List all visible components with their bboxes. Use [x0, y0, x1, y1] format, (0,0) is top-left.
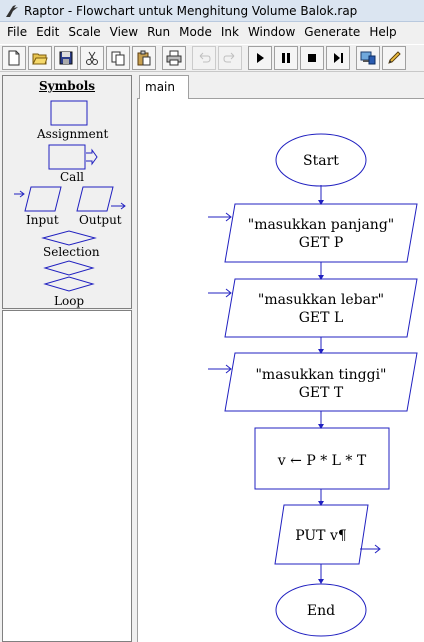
tab-main[interactable]: main [139, 75, 189, 99]
toolbar-separator [188, 47, 190, 69]
menu-bar: File Edit Scale View Run Mode Ink Window Generat… [0, 22, 424, 42]
window-title: Raptor - Flowchart untuk Menghitung Volu… [24, 3, 358, 18]
redo-button[interactable] [218, 46, 242, 70]
cut-button[interactable] [80, 46, 104, 70]
paste-button[interactable] [132, 46, 156, 70]
pause-button[interactable] [274, 46, 298, 70]
menu-help[interactable]: Help [362, 22, 396, 42]
input-tinggi-get: GET T [299, 385, 344, 401]
pencil-icon [388, 51, 401, 64]
toolbar-separator [244, 47, 246, 69]
monitor-button[interactable] [356, 46, 380, 70]
output-label: Output [79, 213, 122, 227]
raptor-logo-icon [6, 4, 18, 17]
symbols-title: Symbols [38, 79, 96, 93]
flowchart-canvas[interactable]: Start "masukkan panjang" GET P "masukkan… [137, 99, 424, 642]
input-lebar-symbol[interactable] [208, 278, 418, 338]
stop-icon [308, 54, 316, 62]
call-symbol[interactable] [48, 144, 98, 170]
input-tinggi-prompt: "masukkan tinggi" [255, 367, 386, 383]
menu-window[interactable]: Window [241, 22, 295, 42]
input-lebar-get: GET L [299, 310, 344, 326]
connector-arrowhead [318, 579, 324, 584]
menu-generate[interactable]: Generate [297, 22, 360, 42]
start-text: Start [303, 153, 339, 169]
input-label: Input [26, 213, 59, 227]
selection-label: Selection [43, 245, 100, 259]
menu-file[interactable]: File [0, 22, 27, 42]
save-icon [59, 51, 73, 65]
menu-scale[interactable]: Scale [61, 22, 100, 42]
paste-icon [137, 50, 151, 66]
save-button[interactable] [54, 46, 78, 70]
input-lebar-prompt: "masukkan lebar" [258, 292, 384, 308]
variables-panel[interactable] [2, 310, 132, 642]
print-icon [166, 50, 182, 66]
title-bar: Raptor - Flowchart untuk Menghitung Volu… [0, 0, 424, 22]
menu-run[interactable]: Run [140, 22, 170, 42]
copy-button[interactable] [106, 46, 130, 70]
toolbar [0, 44, 424, 72]
print-button[interactable] [162, 46, 186, 70]
assignment-symbol[interactable] [50, 100, 88, 126]
menu-mode[interactable]: Mode [172, 22, 212, 42]
copy-icon [111, 51, 125, 66]
undo-icon [199, 52, 211, 63]
end-text: End [307, 603, 335, 619]
symbols-panel: Symbols Assignment Call Input Output Sel… [2, 75, 132, 309]
cut-icon [86, 51, 98, 65]
assignment-label: Assignment [37, 127, 109, 141]
step-icon [334, 53, 343, 63]
new-file-button[interactable] [2, 46, 26, 70]
open-folder-icon [32, 53, 48, 65]
input-panjang-symbol[interactable] [208, 203, 418, 263]
new-file-icon [8, 50, 20, 66]
toolbar-separator [352, 47, 354, 69]
flowchart: Start "masukkan panjang" GET P "masukkan… [208, 133, 418, 637]
tab-strip: main [137, 75, 424, 99]
monitor-icon [360, 51, 376, 65]
run-button[interactable] [248, 46, 272, 70]
menu-edit[interactable]: Edit [29, 22, 59, 42]
undo-button[interactable] [192, 46, 216, 70]
open-button[interactable] [28, 46, 52, 70]
input-symbol[interactable] [13, 186, 63, 212]
call-label: Call [60, 170, 85, 184]
output-symbol[interactable] [75, 186, 127, 212]
redo-icon [223, 52, 235, 63]
toolbar-separator [158, 47, 160, 69]
loop-label: Loop [54, 294, 85, 308]
loop-symbol[interactable] [43, 260, 95, 292]
pause-icon [282, 53, 290, 63]
selection-symbol[interactable] [41, 230, 97, 246]
step-button[interactable] [326, 46, 350, 70]
input-panjang-prompt: "masukkan panjang" [248, 217, 394, 233]
assignment-text: v ← P * L * T [277, 453, 367, 469]
stop-button[interactable] [300, 46, 324, 70]
play-icon [257, 53, 264, 63]
menu-ink[interactable]: Ink [214, 22, 239, 42]
input-panjang-get: GET P [299, 235, 344, 251]
output-text: PUT v¶ [295, 528, 347, 544]
menu-view[interactable]: View [103, 22, 138, 42]
pen-button[interactable] [382, 46, 406, 70]
